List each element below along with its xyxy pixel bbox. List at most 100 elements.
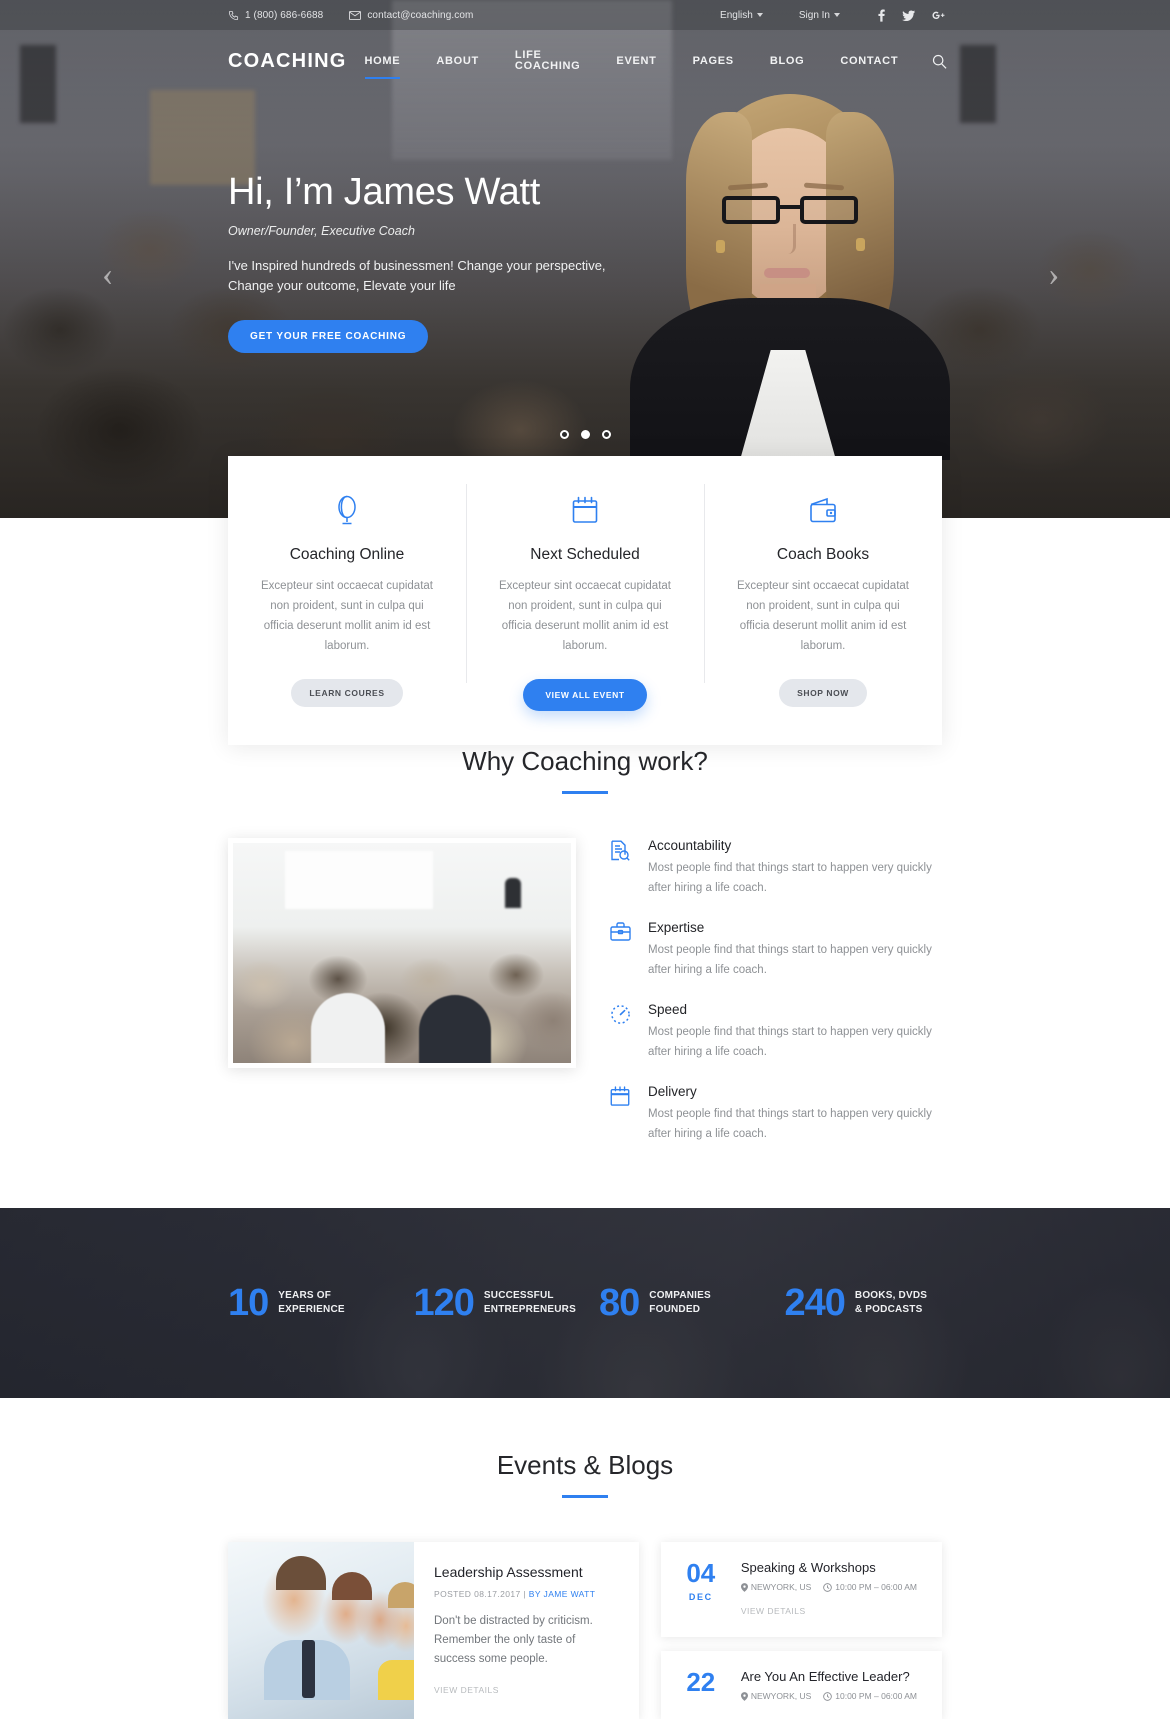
blog-posted-date: POSTED 08.17.2017 | — [434, 1589, 527, 1600]
slider-dot-1[interactable] — [559, 430, 569, 439]
blog-title: Leadership Assessment — [434, 1564, 583, 1581]
why-item-accountability: Accountability Most people find that thi… — [610, 838, 942, 898]
blog-meta: POSTED 08.17.2017 | BY JAME WATT — [434, 1589, 619, 1599]
chevron-down-icon — [834, 13, 840, 17]
blog-author[interactable]: BY JAME WATT — [529, 1589, 596, 1599]
slider-dot-2[interactable] — [580, 430, 590, 439]
event-location-text: NEWYORK, US — [750, 1691, 812, 1702]
nav-item-home[interactable]: HOME — [347, 55, 419, 79]
location-pin-icon — [740, 1583, 748, 1592]
shop-now-button[interactable]: SHOP NOW — [779, 678, 867, 707]
event-location: NEWYORK, US — [740, 1582, 812, 1593]
google-plus-glyph — [932, 11, 945, 19]
stat-years-experience: 10 YEARS OF EXPERIENCE — [228, 1284, 414, 1322]
event-location-text: NEWYORK, US — [750, 1582, 812, 1593]
google-plus-icon[interactable] — [932, 10, 945, 21]
event-day: 04 — [686, 1558, 716, 1589]
portrait-glasses — [720, 196, 860, 226]
why-heading: Speed — [648, 1002, 688, 1018]
envelope-icon — [349, 10, 362, 20]
event-card-speaking-workshops[interactable]: 04 DEC Speaking & Workshops NEWYORK, US — [660, 1542, 942, 1638]
event-time-text: 10:00 PM – 06:00 AM — [835, 1691, 918, 1702]
nav-item-blog[interactable]: BLOG — [752, 55, 823, 67]
hero-title: Hi, I’m James Watt — [228, 171, 540, 213]
get-free-coaching-button[interactable]: GET YOUR FREE COACHING — [228, 320, 429, 354]
card-next-scheduled: Next Scheduled Excepteur sint occaecat c… — [466, 456, 704, 745]
why-heading: Expertise — [648, 920, 705, 936]
email-contact[interactable]: contact@coaching.com — [349, 10, 473, 21]
top-utility-bar: 1 (800) 686-6688 contact@coaching.com En… — [0, 0, 1170, 30]
why-text: Most people find that things start to ha… — [648, 862, 932, 894]
nav-item-event[interactable]: EVENT — [598, 55, 674, 67]
slider-dots — [0, 430, 1170, 439]
card-title: Next Scheduled — [530, 546, 640, 563]
phone-contact[interactable]: 1 (800) 686-6688 — [228, 10, 323, 21]
title-underline — [562, 791, 608, 794]
stats-counter-section: 10 YEARS OF EXPERIENCE 120 SUCCESSFUL EN… — [0, 1208, 1170, 1399]
why-section-header: Why Coaching work? — [0, 746, 1170, 794]
why-coaching-section: Accountability Most people find that thi… — [228, 838, 942, 1166]
card-title: Coaching Online — [289, 546, 405, 563]
conference-audience-photo — [228, 838, 576, 1068]
calendar-icon — [610, 1084, 632, 1144]
event-day: 22 — [686, 1667, 716, 1698]
nav-item-about[interactable]: ABOUT — [418, 55, 497, 67]
card-text: Excepteur sint occaecat cupidatat non pr… — [499, 580, 671, 653]
twitter-glyph — [902, 9, 915, 21]
why-item-delivery: Delivery Most people find that things st… — [610, 1084, 942, 1144]
stat-label-line2: ENTREPRENEURS — [483, 1304, 576, 1316]
event-time: 10:00 PM – 06:00 AM — [823, 1582, 917, 1592]
slider-dot-3[interactable] — [601, 430, 611, 439]
speed-dial-icon — [610, 1002, 632, 1062]
stat-successful-entrepreneurs: 120 SUCCESSFUL ENTREPRENEURS — [414, 1284, 600, 1322]
blog-excerpt: Don't be distracted by criticism. Rememb… — [434, 1615, 593, 1666]
slider-prev-arrow[interactable]: ‹ — [102, 258, 113, 292]
why-item-speed: Speed Most people find that things start… — [610, 1002, 942, 1062]
view-all-event-button[interactable]: VIEW ALL EVENT — [523, 678, 647, 711]
events-column: 04 DEC Speaking & Workshops NEWYORK, US — [660, 1542, 942, 1719]
slider-next-arrow[interactable]: › — [1048, 258, 1059, 292]
signin-dropdown[interactable]: Sign In — [781, 10, 858, 21]
blog-view-details-link[interactable]: VIEW DETAILS — [434, 1685, 499, 1695]
clock-icon — [823, 1583, 833, 1592]
why-heading: Accountability — [648, 838, 732, 853]
why-text: Most people find that things start to ha… — [648, 1026, 932, 1058]
nav-item-contact[interactable]: CONTACT — [822, 55, 916, 67]
nav-item-pages[interactable]: PAGES — [675, 55, 752, 67]
events-blogs-grid: Leadership Assessment POSTED 08.17.2017 … — [228, 1542, 942, 1719]
feature-cards: Coaching Online Excepteur sint occaecat … — [228, 456, 942, 745]
page-title-why: Why Coaching work? — [462, 746, 708, 776]
stat-companies-founded: 80 COMPANIES FOUNDED — [599, 1284, 785, 1322]
nav-item-life-coaching[interactable]: LIFE COACHING — [497, 50, 599, 72]
twitter-icon[interactable] — [902, 9, 915, 21]
chevron-down-icon — [756, 13, 763, 17]
event-view-details-link[interactable]: VIEW DETAILS — [741, 1606, 806, 1616]
language-selector[interactable]: English — [702, 10, 781, 21]
email-address: contact@coaching.com — [367, 9, 474, 21]
stat-books-dvds-podcasts: 240 BOOKS, DVDS & PODCASTS — [785, 1284, 971, 1322]
event-date: 22 — [677, 1669, 725, 1701]
wallet-icon — [730, 492, 916, 528]
card-text: Excepteur sint occaecat cupidatat non pr… — [737, 580, 909, 653]
event-time-text: 10:00 PM – 06:00 AM — [835, 1582, 918, 1593]
learn-courses-button[interactable]: LEARN COURES — [291, 678, 403, 707]
why-item-expertise: Expertise Most people find that things s… — [610, 920, 942, 980]
language-label: English — [720, 9, 753, 21]
event-card-effective-leader[interactable]: 22 Are You An Effective Leader? NEWYORK,… — [660, 1651, 942, 1719]
search-icon[interactable] — [932, 54, 947, 69]
event-time: 10:00 PM – 06:00 AM — [823, 1691, 917, 1701]
blog-card[interactable]: Leadership Assessment POSTED 08.17.2017 … — [228, 1542, 639, 1719]
stat-label-line1: YEARS OF — [278, 1289, 331, 1301]
hero-section: 1 (800) 686-6688 contact@coaching.com En… — [0, 0, 1170, 518]
facebook-icon[interactable] — [878, 9, 885, 22]
event-month: DEC — [688, 1592, 713, 1603]
calendar-icon — [492, 492, 678, 528]
hero-subtitle: Owner/Founder, Executive Coach — [228, 223, 415, 238]
clock-icon — [823, 1692, 833, 1701]
event-date: 04 DEC — [677, 1560, 725, 1619]
card-coaching-online: Coaching Online Excepteur sint occaecat … — [228, 456, 466, 745]
facebook-glyph — [878, 9, 885, 22]
nav-menu: HOME ABOUT LIFE COACHING EVENT PAGES BLO… — [347, 50, 917, 79]
team-meeting-photo — [228, 1542, 414, 1719]
site-logo[interactable]: COACHING — [228, 50, 347, 73]
